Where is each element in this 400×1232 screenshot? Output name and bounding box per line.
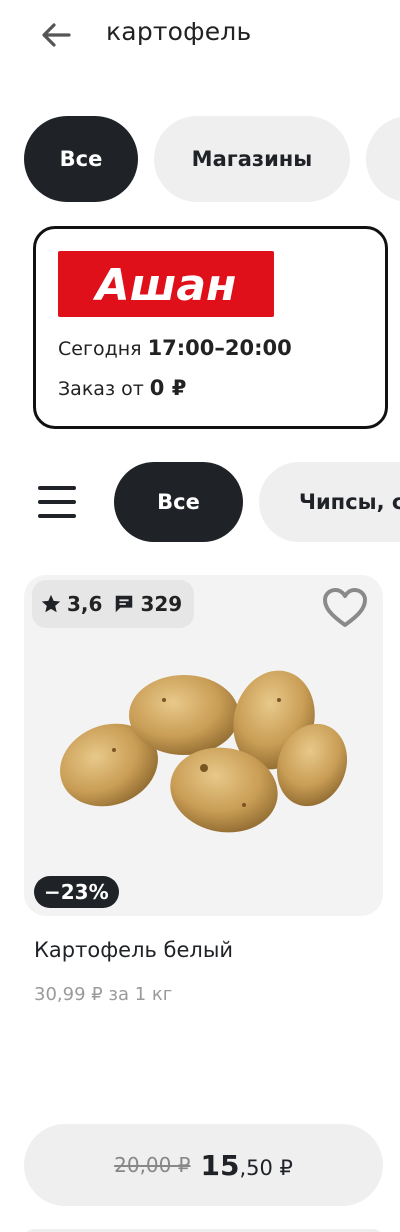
- category-chip-all[interactable]: Все: [114, 462, 243, 542]
- new-price: 15,50 ₽: [200, 1149, 292, 1182]
- new-price-integer: 15: [200, 1148, 240, 1182]
- arrow-left-icon: [42, 23, 71, 47]
- rating-badge: 3,6 329: [32, 580, 195, 628]
- order-min-row: Заказ от 0 ₽: [58, 376, 186, 400]
- hamburger-menu-icon[interactable]: [38, 484, 76, 520]
- filter-chips-row: Все Магазины: [0, 116, 400, 202]
- old-price: 20,00 ₽: [114, 1153, 191, 1177]
- new-price-fraction: ,50 ₽: [239, 1155, 293, 1180]
- favorite-button[interactable]: [321, 585, 369, 633]
- store-card[interactable]: Ашан Сегодня 17:00–20:00 Заказ от 0 ₽: [33, 226, 388, 429]
- category-row: Все Чипсы, с: [0, 462, 400, 542]
- rating-value: 3,6: [67, 592, 103, 616]
- order-label: Заказ от: [58, 378, 144, 400]
- product-card[interactable]: 3,6 329 −23%: [24, 575, 383, 916]
- add-to-cart-button[interactable]: 20,00 ₽ 15,50 ₽: [24, 1124, 383, 1206]
- reviews-count: 329: [140, 592, 183, 616]
- comment-icon: [116, 595, 133, 613]
- store-logo: Ашан: [58, 251, 274, 317]
- svg-text:Ашан: Ашан: [93, 260, 237, 311]
- unit-price: 30,99 ₽ за 1 кг: [34, 984, 173, 1005]
- delivery-row: Сегодня 17:00–20:00: [58, 336, 292, 360]
- product-name[interactable]: Картофель белый: [34, 938, 233, 962]
- back-button[interactable]: [36, 16, 76, 54]
- star-icon: [41, 594, 61, 613]
- product-image: [60, 670, 348, 833]
- heart-outline-icon: [323, 588, 367, 627]
- chip-all[interactable]: Все: [24, 116, 138, 202]
- auchan-logo-icon: Ашан: [93, 260, 237, 311]
- search-query-title: картофель: [106, 17, 252, 46]
- app-header: картофель: [0, 0, 400, 70]
- delivery-time: 17:00–20:00: [147, 336, 292, 360]
- chip-more[interactable]: [366, 116, 400, 202]
- category-chip-chips[interactable]: Чипсы, с: [259, 462, 400, 542]
- chip-stores[interactable]: Магазины: [154, 116, 350, 202]
- discount-badge: −23%: [34, 876, 119, 908]
- order-min-value: 0 ₽: [149, 376, 187, 400]
- delivery-label: Сегодня: [58, 338, 142, 360]
